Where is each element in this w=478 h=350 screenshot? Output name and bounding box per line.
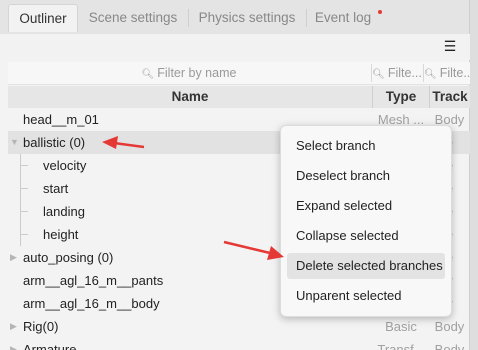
track-filter-placeholder: Filte... xyxy=(439,66,470,80)
tab-event-log[interactable]: Event log xyxy=(308,4,378,32)
tab-divider xyxy=(188,9,189,27)
notification-dot xyxy=(378,10,382,14)
annotation-arrow-icon xyxy=(102,136,145,149)
tab-bar: Outliner Scene settings Physics settings… xyxy=(0,0,478,34)
menu-item-expand-selected[interactable]: Expand selected xyxy=(287,193,445,219)
tab-scene-settings[interactable]: Scene settings xyxy=(80,4,186,32)
row-name: arm__agl_16_m__body xyxy=(23,296,160,311)
search-icon: 🔍︎ xyxy=(372,69,385,80)
row-name: Armature xyxy=(23,342,77,350)
caret-right-icon[interactable]: ▶ xyxy=(10,246,17,269)
row-track: Body xyxy=(434,342,465,350)
tab-divider xyxy=(306,9,307,27)
row-name: start xyxy=(43,181,69,196)
type-filter-input[interactable]: 🔍︎ Filte... xyxy=(372,62,422,84)
name-filter-placeholder: Filter by name xyxy=(157,66,237,80)
row-name: Rig(0) xyxy=(23,319,59,334)
tree-row-armature[interactable]: ▶ Armature Transf... Body xyxy=(8,338,470,350)
row-name: height xyxy=(43,227,79,242)
track-filter-input[interactable]: 🔍︎Filte... xyxy=(424,62,470,84)
row-name: auto_posing (0) xyxy=(23,250,114,265)
row-name: arm__agl_16_m__pants xyxy=(23,273,164,288)
tab-physics-settings[interactable]: Physics settings xyxy=(190,4,304,32)
column-type[interactable]: Type xyxy=(373,86,429,108)
type-filter-placeholder: Filte... xyxy=(387,66,422,80)
filter-row: 🔍︎Filter by name 🔍︎Filte... 🔍︎Filte... xyxy=(8,62,470,85)
annotation-arrow-icon xyxy=(223,240,284,260)
toolbar: ☰ xyxy=(0,34,470,60)
menu-item-deselect-branch[interactable]: Deselect branch xyxy=(287,163,445,189)
menu-item-select-branch[interactable]: Select branch xyxy=(287,133,445,159)
row-track: Body xyxy=(434,319,465,334)
caret-right-icon[interactable]: ▶ xyxy=(10,315,17,338)
tree-guide-line xyxy=(20,188,28,189)
column-name[interactable]: Name xyxy=(8,86,372,108)
row-name: landing xyxy=(43,204,85,219)
caret-right-icon[interactable]: ▶ xyxy=(10,338,17,350)
column-track[interactable]: Track xyxy=(430,86,470,108)
context-menu: Select branch Deselect branch Expand sel… xyxy=(280,125,452,317)
search-icon: 🔍︎ xyxy=(141,69,155,80)
row-name: ballistic (0) xyxy=(23,135,86,150)
column-header: Name Type Track xyxy=(8,86,470,108)
row-name: head__m_01 xyxy=(23,112,99,127)
tree-guide-line xyxy=(20,211,28,212)
menu-item-collapse-selected[interactable]: Collapse selected xyxy=(287,223,445,249)
row-type: Basic xyxy=(385,319,417,334)
tree-guide-line xyxy=(20,165,28,166)
hamburger-icon[interactable]: ☰ xyxy=(442,38,458,54)
caret-down-icon[interactable]: ▼ xyxy=(10,131,19,154)
tree-row-rig[interactable]: ▶ Rig(0) Basic Body xyxy=(8,315,470,338)
tree-guide-line xyxy=(20,234,28,235)
menu-item-unparent-selected[interactable]: Unparent selected xyxy=(287,283,445,309)
name-filter-input[interactable]: 🔍︎ Filter by name xyxy=(8,62,370,84)
row-type: Transf... xyxy=(377,342,425,350)
row-name: velocity xyxy=(43,158,87,173)
tab-outliner[interactable]: Outliner xyxy=(8,4,78,32)
tree-guide-line xyxy=(20,154,21,246)
panel-edge xyxy=(469,0,478,350)
search-icon: 🔍︎ xyxy=(424,69,437,80)
menu-item-delete-selected-branches[interactable]: Delete selected branches xyxy=(287,253,445,279)
